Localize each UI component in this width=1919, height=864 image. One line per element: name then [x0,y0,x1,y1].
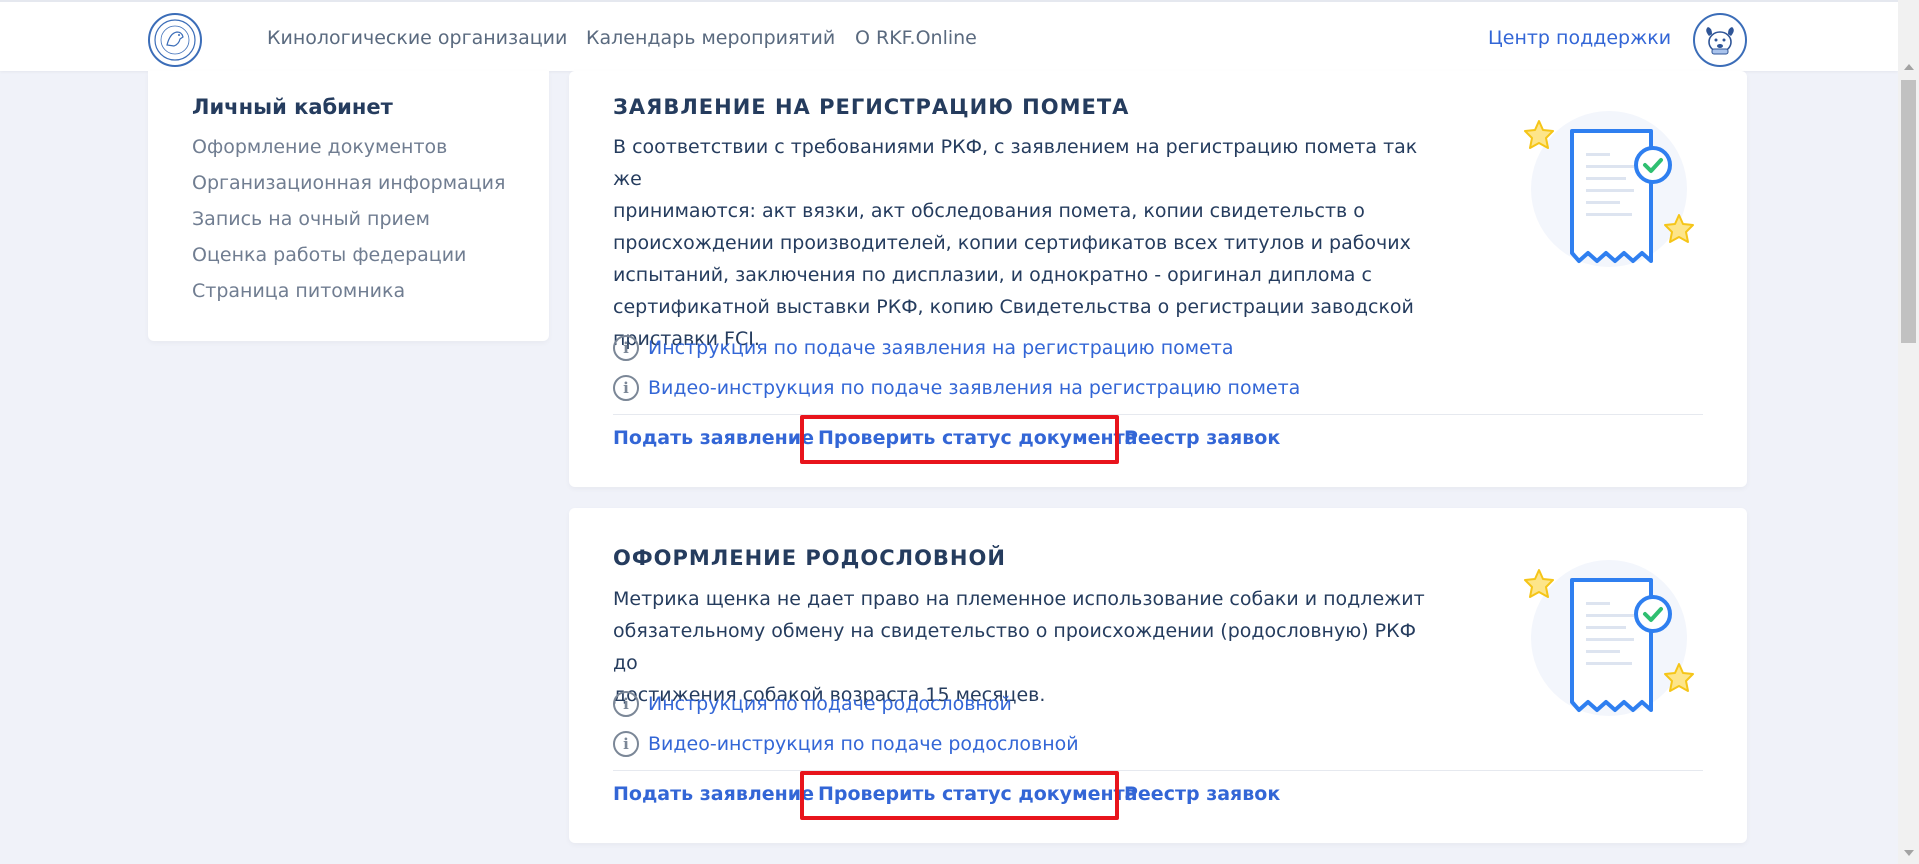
card-title: ОФОРМЛЕНИЕ РОДОСЛОВНОЙ [613,546,1006,570]
video-instruction-link-label[interactable]: Видео-инструкция по подаче заявления на … [648,377,1300,399]
description-line: испытаний, заключения по дисплазии, и од… [613,264,1372,286]
sidebar-item-federation-rating[interactable]: Оценка работы федерации [192,244,466,266]
description-line: В соответствии с требованиями РКФ, с зая… [613,136,1418,190]
nav-events-calendar[interactable]: Календарь мероприятий [586,27,835,49]
description-line: сертификатной выставки РКФ, копию Свидет… [613,296,1414,318]
instruction-link-label[interactable]: Инструкция по подаче родословной [648,693,1012,715]
description-line: Метрика щенка не дает право на племенное… [613,588,1425,610]
scroll-thumb[interactable] [1901,80,1916,343]
rkf-logo-icon[interactable] [148,13,202,67]
info-icon: i [613,375,639,401]
check-status-button[interactable]: Проверить статус документа [818,783,1137,805]
info-icon: i [613,335,639,361]
description-line: происхождении производителей, копии серт… [613,232,1411,254]
card-title: ЗАЯВЛЕНИЕ НА РЕГИСТРАЦИЮ ПОМЕТА [613,95,1130,119]
document-check-icon [1524,111,1694,267]
sidebar-item-appointment[interactable]: Запись на очный прием [192,208,430,230]
submit-application-button[interactable]: Подать заявление [613,427,814,449]
info-icon: i [613,691,639,717]
sidebar-title: Личный кабинет [192,95,393,119]
support-center-link[interactable]: Центр поддержки [1488,27,1671,49]
instruction-link-label[interactable]: Инструкция по подаче заявления на регист… [648,337,1234,359]
card-divider [613,414,1703,415]
instruction-link[interactable]: i Инструкция по подаче родословной [613,690,1012,718]
scroll-up-arrow-icon[interactable] [1904,64,1914,70]
nav-kennel-organizations[interactable]: Кинологические организации [267,27,567,49]
sidebar-item-documents[interactable]: Оформление документов [192,136,447,158]
submit-application-button[interactable]: Подать заявление [613,783,814,805]
page-scrollbar[interactable] [1898,0,1919,864]
dog-avatar-icon[interactable] [1693,13,1747,67]
nav-about[interactable]: О RKF.Online [855,27,977,49]
instruction-link[interactable]: i Инструкция по подаче заявления на реги… [613,334,1234,362]
card-divider [613,770,1703,771]
applications-registry-button[interactable]: Реестр заявок [1124,427,1280,449]
info-icon: i [613,731,639,757]
top-header: Кинологические организации Календарь мер… [0,0,1898,71]
scroll-down-arrow-icon[interactable] [1904,850,1914,856]
litter-registration-card: ЗАЯВЛЕНИЕ НА РЕГИСТРАЦИЮ ПОМЕТА В соотве… [569,71,1747,487]
sidebar: Личный кабинет Оформление документов Орг… [148,71,549,341]
applications-registry-button[interactable]: Реестр заявок [1124,783,1280,805]
check-status-button[interactable]: Проверить статус документа [818,427,1137,449]
document-check-icon [1524,560,1694,716]
card-description: В соответствии с требованиями РКФ, с зая… [613,131,1443,355]
video-instruction-link[interactable]: i Видео-инструкция по подаче заявления н… [613,374,1300,402]
video-instruction-link-label[interactable]: Видео-инструкция по подаче родословной [648,733,1079,755]
pedigree-card: ОФОРМЛЕНИЕ РОДОСЛОВНОЙ Метрика щенка не … [569,508,1747,843]
description-line: обязательному обмену на свидетельство о … [613,620,1416,674]
description-line: принимаются: акт вязки, акт обследования… [613,200,1365,222]
sidebar-item-org-info[interactable]: Организационная информация [192,172,505,194]
video-instruction-link[interactable]: i Видео-инструкция по подаче родословной [613,730,1079,758]
sidebar-item-kennel-page[interactable]: Страница питомника [192,280,405,302]
